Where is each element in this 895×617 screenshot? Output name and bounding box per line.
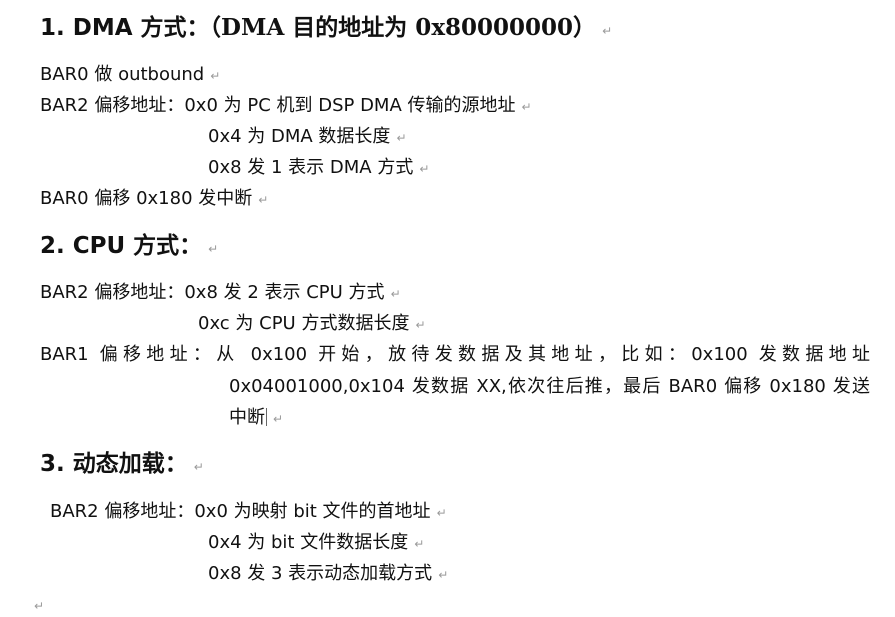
section-2-line-5-text: 中断 — [229, 407, 265, 428]
section-3-line-3: 0x8 发 3 表示动态加载方式 ↵ — [208, 563, 448, 586]
paragraph-mark-icon: ↵ — [390, 287, 401, 301]
section-1-heading-title: 1. DMA 方式： — [40, 15, 210, 41]
paragraph-mark-icon: ↵ — [34, 599, 45, 613]
paragraph-mark-icon: ↵ — [438, 568, 449, 582]
section-3-line-1-text: BAR2 偏移地址：0x0 为映射 bit 文件的首地址 — [50, 501, 431, 522]
empty-paragraph: ↵ — [34, 594, 44, 617]
document-page: 1. DMA 方式：（DMA 目的地址为 0x80000000） ↵ BAR0 做… — [0, 0, 895, 615]
section-2-heading-title: 2. CPU 方式： — [40, 233, 203, 259]
paragraph-mark-icon: ↵ — [193, 460, 204, 474]
paragraph-mark-icon: ↵ — [414, 537, 425, 551]
section-1-line-2: BAR2 偏移地址：0x0 为 PC 机到 DSP DMA 传输的源地址 ↵ — [40, 95, 532, 118]
section-3-line-2: 0x4 为 bit 文件数据长度 ↵ — [208, 532, 424, 555]
section-2-heading: 2. CPU 方式： ↵ — [40, 232, 218, 263]
paragraph-mark-icon: ↵ — [521, 100, 532, 114]
section-2-line-3-text: BAR1 偏移地址：从 0x100 开始，放待发数据及其地址，比如：0x100 … — [40, 344, 870, 365]
section-1-line-5: BAR0 偏移 0x180 发中断 ↵ — [40, 188, 268, 211]
paragraph-mark-icon: ↵ — [210, 69, 221, 83]
section-2-line-5: 中断 ↵ — [229, 407, 283, 430]
section-1-line-3-text: 0x4 为 DMA 数据长度 — [208, 126, 391, 147]
paragraph-mark-icon: ↵ — [396, 131, 407, 145]
paragraph-mark-icon: ↵ — [208, 242, 219, 256]
paragraph-mark-icon: ↵ — [258, 193, 269, 207]
paragraph-mark-icon: ↵ — [273, 412, 284, 426]
section-3-line-2-text: 0x4 为 bit 文件数据长度 — [208, 532, 409, 553]
section-2-line-1: BAR2 偏移地址：0x8 发 2 表示 CPU 方式 ↵ — [40, 282, 401, 305]
section-1-heading: 1. DMA 方式：（DMA 目的地址为 0x80000000） ↵ — [40, 14, 612, 45]
section-1-line-1-text: BAR0 做 outbound — [40, 64, 205, 85]
section-1-line-5-text: BAR0 偏移 0x180 发中断 — [40, 188, 253, 209]
paragraph-mark-icon: ↵ — [602, 24, 613, 38]
section-3-heading: 3. 动态加载： ↵ — [40, 450, 204, 481]
section-1-line-1: BAR0 做 outbound ↵ — [40, 64, 220, 87]
paragraph-mark-icon: ↵ — [419, 162, 430, 176]
section-2-line-1-text: BAR2 偏移地址：0x8 发 2 表示 CPU 方式 — [40, 282, 385, 303]
section-1-line-2-text: BAR2 偏移地址：0x0 为 PC 机到 DSP DMA 传输的源地址 — [40, 95, 516, 116]
section-1-line-4-text: 0x8 发 1 表示 DMA 方式 — [208, 157, 414, 178]
text-cursor[interactable] — [266, 408, 267, 426]
section-3-line-3-text: 0x8 发 3 表示动态加载方式 — [208, 563, 433, 584]
section-2-line-3: BAR1 偏移地址：从 0x100 开始，放待发数据及其地址，比如：0x100 … — [40, 344, 870, 366]
section-1-heading-note: （DMA 目的地址为 0x80000000） — [209, 14, 597, 41]
paragraph-mark-icon: ↵ — [415, 318, 426, 332]
section-2-line-2: 0xc 为 CPU 方式数据长度 ↵ — [198, 313, 426, 336]
section-2-line-2-text: 0xc 为 CPU 方式数据长度 — [198, 313, 410, 334]
section-3-line-1: BAR2 偏移地址：0x0 为映射 bit 文件的首地址 ↵ — [50, 501, 447, 524]
section-1-line-4: 0x8 发 1 表示 DMA 方式 ↵ — [208, 157, 429, 180]
paragraph-mark-icon: ↵ — [436, 506, 447, 520]
section-2-line-4: 0x04001000,0x104 发数据 XX,依次往后推，最后 BAR0 偏移… — [229, 376, 870, 398]
section-2-line-4-text: 0x04001000,0x104 发数据 XX,依次往后推，最后 BAR0 偏移… — [229, 376, 870, 397]
section-1-line-3: 0x4 为 DMA 数据长度 ↵ — [208, 126, 407, 149]
section-3-heading-title: 3. 动态加载： — [40, 451, 188, 477]
